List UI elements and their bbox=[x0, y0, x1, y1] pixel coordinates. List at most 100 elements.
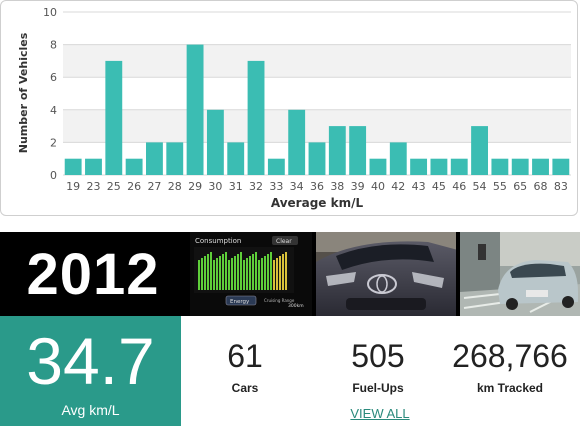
gauge-bar bbox=[255, 252, 257, 290]
x-tick-label: 55 bbox=[493, 180, 507, 193]
x-tick-label: 32 bbox=[249, 180, 263, 193]
gauge-bar bbox=[249, 256, 251, 290]
gauge-bar bbox=[270, 252, 272, 290]
gauge-bar bbox=[222, 254, 224, 290]
y-tick-label: 0 bbox=[50, 169, 57, 182]
gauge-bar bbox=[219, 256, 221, 290]
view-all-link[interactable]: VIEW ALL bbox=[330, 406, 430, 421]
consumption-cruise: Cruising Range bbox=[264, 298, 295, 303]
gauge-bar bbox=[240, 252, 242, 290]
consumption-energy: Energy bbox=[230, 299, 250, 305]
stat-cars: 61 Cars bbox=[200, 338, 290, 395]
avg-kmpl-value: 34.7 bbox=[26, 324, 155, 398]
y-tick-label: 2 bbox=[50, 136, 57, 149]
bar-45[interactable] bbox=[430, 158, 448, 175]
bar-42[interactable] bbox=[389, 142, 407, 175]
gauge-bar bbox=[234, 256, 236, 290]
gauge-bar bbox=[207, 254, 209, 290]
bar-28[interactable] bbox=[166, 142, 184, 175]
bar-26[interactable] bbox=[125, 158, 143, 175]
bar-25[interactable] bbox=[105, 60, 123, 175]
x-tick-label: 68 bbox=[534, 180, 548, 193]
histogram-chart: 0246810 19 23 25 26 27 28 29 30 31 32 33 34 36 38 39 40… bbox=[17, 6, 571, 210]
bar-83[interactable] bbox=[552, 158, 570, 175]
gauge-bar bbox=[243, 260, 245, 290]
x-tick-label: 29 bbox=[188, 180, 202, 193]
bar-40[interactable] bbox=[369, 158, 387, 175]
grid-band bbox=[63, 12, 571, 45]
x-tick-label: 34 bbox=[290, 180, 304, 193]
bar-54[interactable] bbox=[471, 126, 488, 175]
x-ticks-group: 19 23 25 26 27 28 29 30 31 32 33 34 36 38 39 40 42 43 45 46… bbox=[66, 180, 568, 193]
bar-32[interactable] bbox=[247, 60, 265, 175]
bar-31[interactable] bbox=[227, 142, 245, 175]
year-label: 2012 bbox=[26, 241, 160, 307]
bar-55[interactable] bbox=[491, 158, 509, 175]
gauge-bar bbox=[231, 258, 233, 290]
gauge-bar bbox=[261, 258, 263, 290]
consumption-range: 300km bbox=[288, 303, 304, 309]
stat-km-tracked: 268,766 km Tracked bbox=[440, 338, 580, 395]
x-tick-label: 31 bbox=[229, 180, 243, 193]
gauge-bar bbox=[204, 256, 206, 290]
gauge-bar bbox=[279, 256, 281, 290]
x-tick-label: 45 bbox=[432, 180, 446, 193]
gauge-bar bbox=[282, 254, 284, 290]
gauge-bar bbox=[213, 260, 215, 290]
x-tick-label: 40 bbox=[371, 180, 385, 193]
consumption-screen-image: Consumption Clear Energy Cruising Range … bbox=[188, 232, 312, 316]
bar-33[interactable] bbox=[267, 158, 285, 175]
avg-kmpl-label: Avg km/L bbox=[61, 402, 120, 418]
gauge-bar bbox=[198, 260, 200, 290]
bar-43[interactable] bbox=[410, 158, 428, 175]
gauge-bar bbox=[273, 260, 275, 290]
y-tick-label: 4 bbox=[50, 104, 57, 117]
gauge-bar bbox=[237, 254, 239, 290]
bar-68[interactable] bbox=[532, 158, 549, 175]
gauge-bar bbox=[276, 258, 278, 290]
cars-label: Cars bbox=[231, 381, 259, 395]
bar-30[interactable] bbox=[206, 109, 224, 175]
x-tick-label: 43 bbox=[412, 180, 426, 193]
cars-count: 61 bbox=[227, 338, 263, 374]
bar-34[interactable] bbox=[288, 109, 306, 175]
gauge-bar bbox=[285, 252, 287, 290]
bar-27[interactable] bbox=[146, 142, 163, 175]
x-tick-label: 42 bbox=[391, 180, 405, 193]
bar-36[interactable] bbox=[308, 142, 326, 175]
bar-19[interactable] bbox=[64, 158, 82, 175]
gauge-bar bbox=[228, 260, 230, 290]
y-axis-label: Number of Vehicles bbox=[17, 32, 30, 153]
grid-band bbox=[63, 109, 571, 143]
x-tick-label: 23 bbox=[86, 180, 100, 193]
x-tick-label: 39 bbox=[351, 180, 365, 193]
fuelups-label: Fuel-Ups bbox=[352, 381, 404, 395]
bar-65[interactable] bbox=[511, 158, 529, 175]
bar-46[interactable] bbox=[450, 158, 468, 175]
y-tick-label: 10 bbox=[43, 6, 57, 19]
fuelups-count: 505 bbox=[351, 338, 405, 374]
x-tick-label: 28 bbox=[168, 180, 182, 193]
consumption-clear: Clear bbox=[276, 238, 292, 245]
stats-panel: 2012 Consumption Clear Energy Cruising R… bbox=[0, 228, 580, 426]
bar-23[interactable] bbox=[85, 158, 102, 175]
gauge-bar bbox=[210, 252, 212, 290]
gauge-bar bbox=[246, 258, 248, 290]
x-tick-label: 54 bbox=[473, 180, 487, 193]
y-tick-label: 6 bbox=[50, 71, 57, 84]
gauge-bar bbox=[258, 260, 260, 290]
x-tick-label: 27 bbox=[147, 180, 161, 193]
bar-38[interactable] bbox=[328, 126, 346, 175]
km-tracked-count: 268,766 bbox=[452, 338, 568, 374]
bar-39[interactable] bbox=[349, 126, 367, 175]
histogram-panel: 0 2 4 6 8 10 19 23 25 26 27 28 29 30 31 32 33 34 36 38 39 40… bbox=[0, 0, 578, 216]
x-tick-label: 83 bbox=[554, 180, 568, 193]
x-tick-label: 19 bbox=[66, 180, 80, 193]
x-axis-label: Average km/L bbox=[271, 196, 364, 210]
x-tick-label: 25 bbox=[107, 180, 121, 193]
car-front-photo bbox=[314, 232, 456, 316]
avg-kmpl-box: 34.7 Avg km/L bbox=[0, 316, 181, 426]
bar-29[interactable] bbox=[186, 44, 204, 175]
grid-band bbox=[63, 44, 571, 78]
gauge-bar bbox=[267, 254, 269, 290]
